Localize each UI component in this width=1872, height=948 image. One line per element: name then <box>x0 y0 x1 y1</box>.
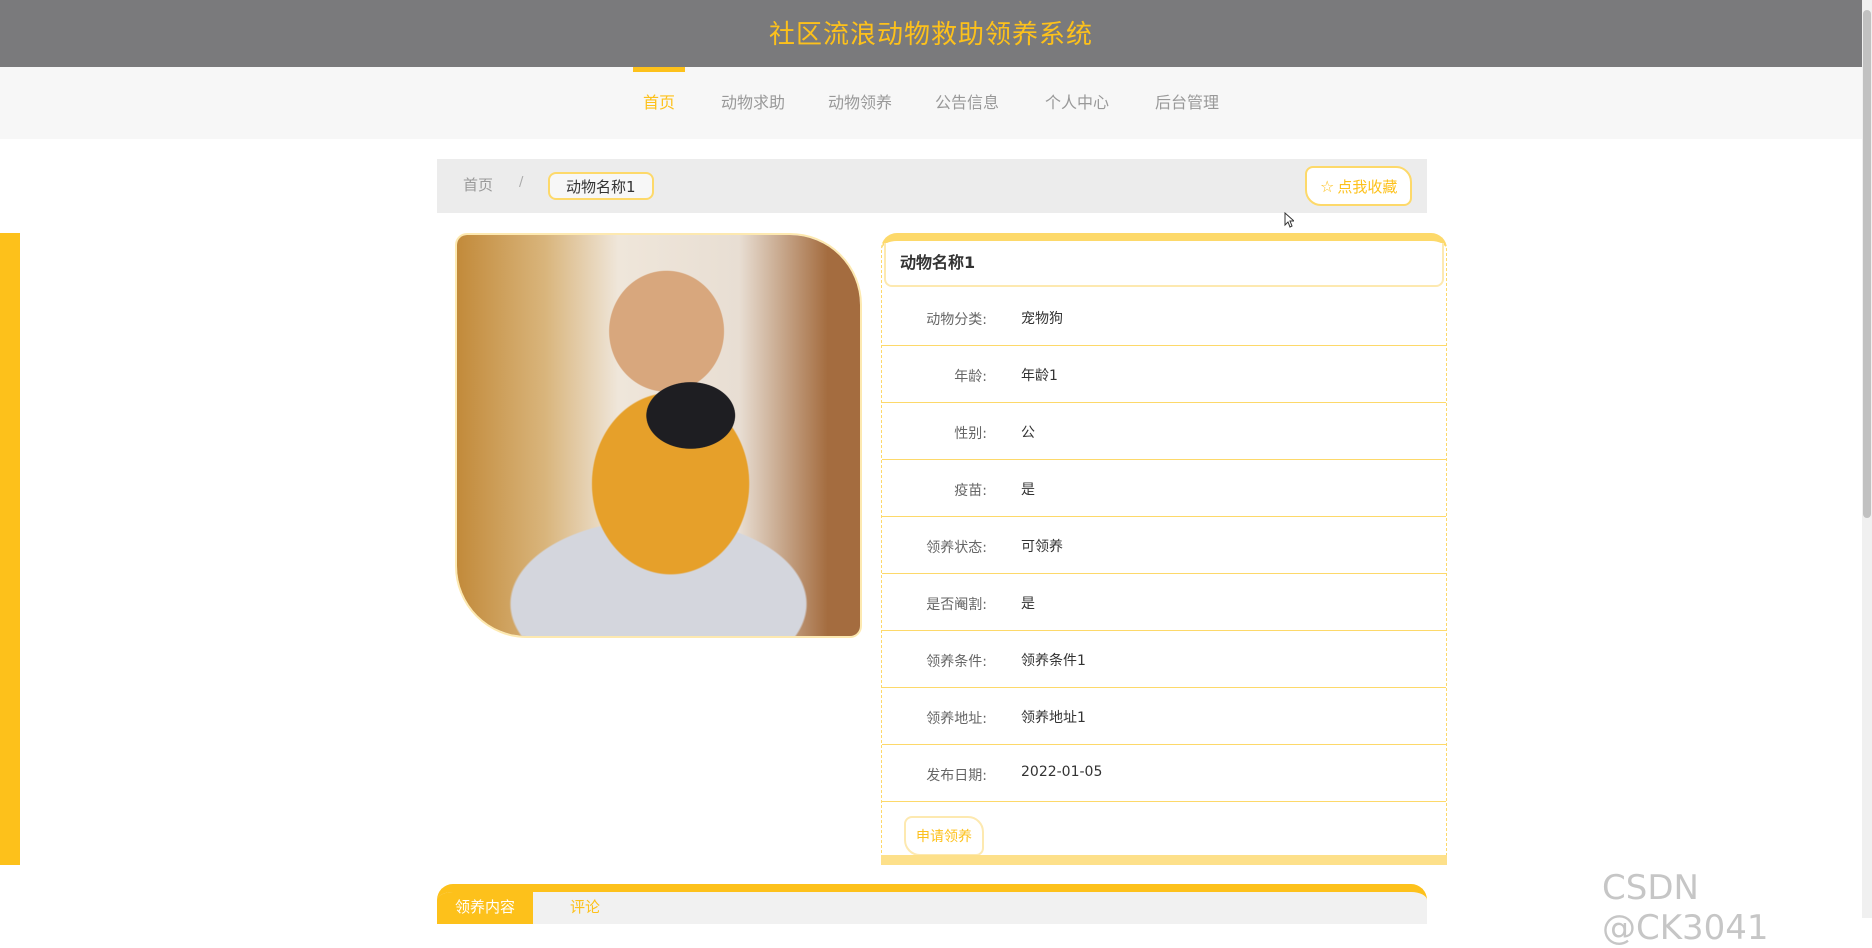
nav-item-animal-help[interactable]: 动物求助 <box>721 67 785 139</box>
detail-value: 是 <box>1021 596 1035 612</box>
detail-label: 性别: <box>954 426 987 442</box>
detail-label: 领养条件: <box>926 654 987 670</box>
detail-label: 疫苗: <box>954 483 987 499</box>
scrollbar-thumb[interactable] <box>1863 10 1871 518</box>
detail-row-neutered: 是否阉割: 是 <box>882 574 1446 631</box>
star-icon: ☆ <box>1320 177 1335 196</box>
detail-value: 公 <box>1021 425 1035 441</box>
animal-detail-panel: 动物名称1 动物分类: 宠物狗 年龄: 年龄1 性别: 公 疫苗: 是 领养状态… <box>881 233 1447 865</box>
mouse-cursor-icon <box>1284 212 1294 228</box>
detail-row-publish-date: 发布日期: 2022-01-05 <box>882 745 1446 802</box>
nav-item-personal-center[interactable]: 个人中心 <box>1045 67 1109 139</box>
detail-row-gender: 性别: 公 <box>882 403 1446 460</box>
detail-label: 发布日期: <box>926 768 987 784</box>
watermark: CSDN @CK3041 <box>1602 868 1769 948</box>
detail-label: 是否阉割: <box>926 597 987 613</box>
main-nav: 首页 动物求助 动物领养 公告信息 个人中心 后台管理 <box>0 67 1862 139</box>
detail-label: 领养状态: <box>926 540 987 556</box>
detail-row-adoption-status: 领养状态: 可领养 <box>882 517 1446 574</box>
detail-row-vaccine: 疫苗: 是 <box>882 460 1446 517</box>
breadcrumb-current: 动物名称1 <box>548 172 654 200</box>
top-header: 社区流浪动物救助领养系统 <box>0 0 1862 67</box>
nav-item-animal-adoption[interactable]: 动物领养 <box>828 67 892 139</box>
favorite-label: 点我收藏 <box>1337 178 1398 196</box>
detail-value: 领养地址1 <box>1021 710 1086 726</box>
detail-value: 年龄1 <box>1021 368 1058 384</box>
detail-row-category: 动物分类: 宠物狗 <box>882 289 1446 346</box>
favorite-button[interactable]: ☆ 点我收藏 <box>1305 166 1413 206</box>
detail-row-adoption-address: 领养地址: 领养地址1 <box>882 688 1446 745</box>
site-title: 社区流浪动物救助领养系统 <box>768 20 1093 50</box>
nav-item-admin[interactable]: 后台管理 <box>1155 67 1219 139</box>
tab-comments[interactable]: 评论 <box>552 892 618 924</box>
left-decor-stripe <box>0 233 20 865</box>
tab-adoption-content[interactable]: 领养内容 <box>437 892 534 924</box>
detail-value: 2022-01-05 <box>1021 764 1103 780</box>
content-tabs: 领养内容 评论 <box>437 884 1427 924</box>
detail-label: 领养地址: <box>926 711 987 727</box>
apply-adoption-button[interactable]: 申请领养 <box>904 816 984 856</box>
animal-photo-frame <box>455 233 862 638</box>
detail-value: 是 <box>1021 482 1035 498</box>
animal-photo <box>457 235 860 636</box>
vertical-scrollbar[interactable] <box>1862 0 1872 918</box>
breadcrumb-separator: / <box>519 175 524 190</box>
nav-item-announcements[interactable]: 公告信息 <box>935 67 999 139</box>
animal-name-title: 动物名称1 <box>884 243 1444 287</box>
detail-label: 动物分类: <box>926 312 987 328</box>
breadcrumb: 首页 / 动物名称1 ☆ 点我收藏 <box>437 159 1427 213</box>
nav-item-home[interactable]: 首页 <box>632 67 686 139</box>
detail-value: 领养条件1 <box>1021 653 1086 669</box>
detail-label: 年龄: <box>954 369 987 385</box>
detail-value: 可领养 <box>1021 539 1063 555</box>
detail-value: 宠物狗 <box>1021 311 1063 327</box>
detail-row-age: 年龄: 年龄1 <box>882 346 1446 403</box>
detail-row-adoption-conditions: 领养条件: 领养条件1 <box>882 631 1446 688</box>
breadcrumb-home[interactable]: 首页 <box>463 174 493 195</box>
